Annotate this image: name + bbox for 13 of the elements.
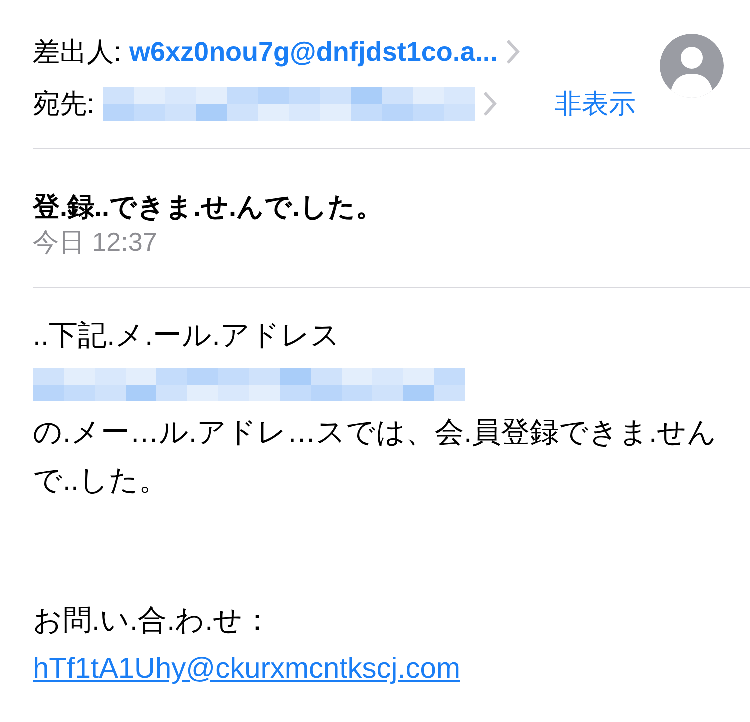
email-time: 今日 12:37 bbox=[33, 226, 158, 259]
sender-address[interactable]: w6xz0nou7g@dnfjdst1co.a... bbox=[130, 34, 498, 70]
chevron-icon bbox=[506, 39, 520, 65]
from-label: 差出人: bbox=[33, 36, 122, 69]
hide-link[interactable]: 非表示 bbox=[555, 86, 636, 122]
body-text: ..下記.メ.ール.アドレス bbox=[33, 319, 342, 354]
body-text: の.メー…ル.アドレ…スでは、会.員登録できま.せんで..した。 bbox=[33, 416, 718, 499]
email-subject: 登.録..できま.せ.んで.した。 bbox=[33, 191, 384, 224]
chevron-icon bbox=[482, 91, 497, 117]
avatar-icon[interactable] bbox=[660, 34, 724, 98]
body-text: お問.い.合.わ.せ： bbox=[33, 604, 274, 639]
email-link[interactable]: hTf1tA1Uhy@ckurxmcntkscj.com bbox=[33, 653, 460, 685]
to-label: 宛先: bbox=[33, 88, 95, 121]
